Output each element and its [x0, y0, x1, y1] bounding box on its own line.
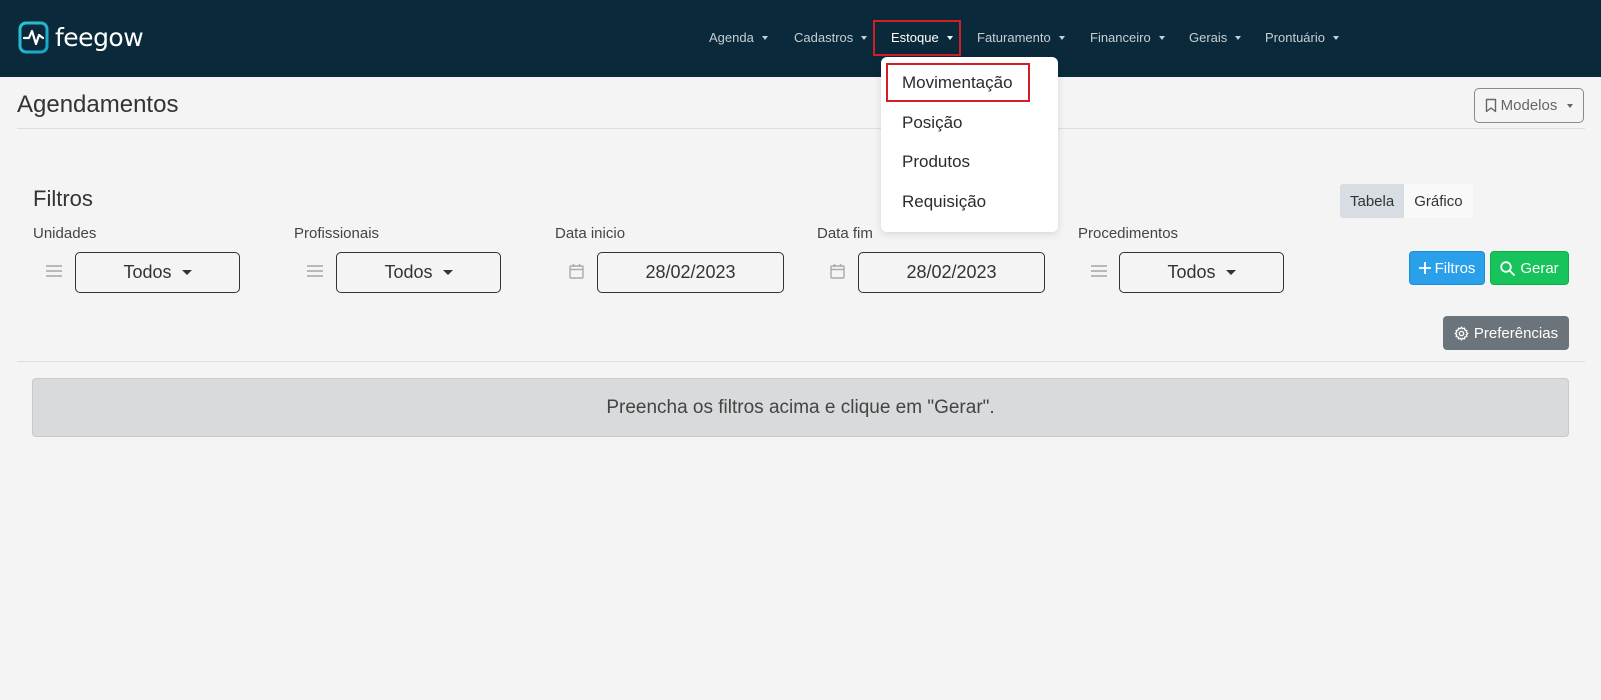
calendar-icon[interactable] — [569, 263, 584, 279]
chevron-down-icon — [1058, 35, 1065, 40]
gear-icon — [1454, 325, 1469, 341]
nav-gerais[interactable]: Gerais — [1189, 30, 1242, 45]
drag-handle-icon[interactable] — [307, 264, 323, 278]
estoque-highlight-box — [873, 20, 961, 56]
chevron-down-icon — [1332, 35, 1339, 40]
nav-financeiro-label: Financeiro — [1090, 30, 1151, 45]
profissionais-value: Todos — [384, 262, 433, 282]
chevron-down-icon — [1158, 35, 1165, 40]
nav-prontuario-label: Prontuário — [1265, 30, 1325, 45]
chevron-down-icon — [1235, 35, 1242, 40]
generate-button[interactable]: Gerar — [1490, 251, 1569, 285]
menu-item-produtos[interactable]: Produtos — [902, 152, 970, 172]
view-toggle: Tabela Gráfico — [1340, 184, 1473, 218]
menu-item-requisicao[interactable]: Requisição — [902, 192, 986, 212]
data-fim-label: Data fim — [817, 225, 873, 242]
filters-title: Filtros — [33, 186, 93, 211]
modelos-button[interactable]: Modelos — [1474, 88, 1584, 123]
data-fim-value: 28/02/2023 — [906, 262, 997, 282]
nav-prontuario[interactable]: Prontuário — [1265, 30, 1339, 45]
generate-label: Gerar — [1520, 259, 1559, 277]
menu-item-movimentacao[interactable]: Movimentação — [902, 73, 1013, 93]
unidades-value: Todos — [123, 262, 172, 282]
chevron-down-icon — [861, 35, 868, 40]
chevron-down-icon — [761, 35, 768, 40]
top-navbar: feegow Agenda Cadastros Estoque Faturame… — [0, 0, 1601, 77]
procedimentos-label: Procedimentos — [1078, 225, 1179, 242]
procedimentos-select[interactable]: Todos — [1119, 252, 1284, 293]
add-filters-label: Filtros — [1434, 259, 1476, 277]
menu-item-posicao[interactable]: Posição — [902, 113, 962, 133]
header-divider — [17, 128, 1585, 129]
nav-agenda-label: Agenda — [709, 30, 754, 45]
drag-handle-icon[interactable] — [1091, 264, 1107, 278]
profissionais-label: Profissionais — [294, 225, 380, 242]
nav-financeiro[interactable]: Financeiro — [1090, 30, 1165, 45]
brand-name: feegow — [55, 23, 144, 52]
empty-state-alert: Preencha os filtros acima e clique em "G… — [32, 378, 1569, 437]
search-icon — [1500, 260, 1516, 276]
drag-handle-icon[interactable] — [46, 264, 62, 278]
chevron-down-icon — [1225, 270, 1236, 275]
nav-cadastros-label: Cadastros — [794, 30, 854, 45]
procedimentos-value: Todos — [1167, 262, 1216, 282]
preferences-label: Preferências — [1473, 324, 1559, 342]
plus-icon — [1418, 262, 1431, 274]
nav-faturamento[interactable]: Faturamento — [977, 30, 1065, 45]
nav-faturamento-label: Faturamento — [977, 30, 1051, 45]
data-inicio-label: Data inicio — [555, 225, 626, 242]
unidades-label: Unidades — [33, 225, 97, 242]
chevron-down-icon — [181, 270, 192, 275]
nav-agenda[interactable]: Agenda — [709, 30, 768, 45]
preferences-button[interactable]: Preferências — [1443, 316, 1569, 350]
chevron-down-icon — [442, 270, 453, 275]
feegow-logo-icon — [18, 21, 49, 54]
data-fim-input[interactable]: 28/02/2023 — [858, 252, 1045, 293]
tab-grafico[interactable]: Gráfico — [1404, 184, 1473, 218]
bookmark-icon — [1485, 98, 1496, 113]
unidades-select[interactable]: Todos — [75, 252, 240, 293]
feegow-logo[interactable]: feegow — [18, 21, 144, 54]
data-inicio-input[interactable]: 28/02/2023 — [597, 252, 784, 293]
calendar-icon[interactable] — [830, 263, 845, 279]
section-divider — [17, 361, 1585, 362]
nav-cadastros[interactable]: Cadastros — [794, 30, 868, 45]
empty-state-message: Preencha os filtros acima e clique em "G… — [606, 396, 995, 418]
modelos-label: Modelos — [1500, 97, 1558, 114]
page-title: Agendamentos — [17, 91, 179, 118]
chevron-down-icon — [1567, 103, 1574, 108]
profissionais-select[interactable]: Todos — [336, 252, 501, 293]
add-filters-button[interactable]: Filtros — [1409, 251, 1485, 285]
nav-gerais-label: Gerais — [1189, 30, 1228, 45]
tab-tabela[interactable]: Tabela — [1340, 184, 1405, 218]
data-inicio-value: 28/02/2023 — [645, 262, 736, 282]
estoque-dropdown-menu: Movimentação Posição Produtos Requisição — [881, 57, 1058, 232]
